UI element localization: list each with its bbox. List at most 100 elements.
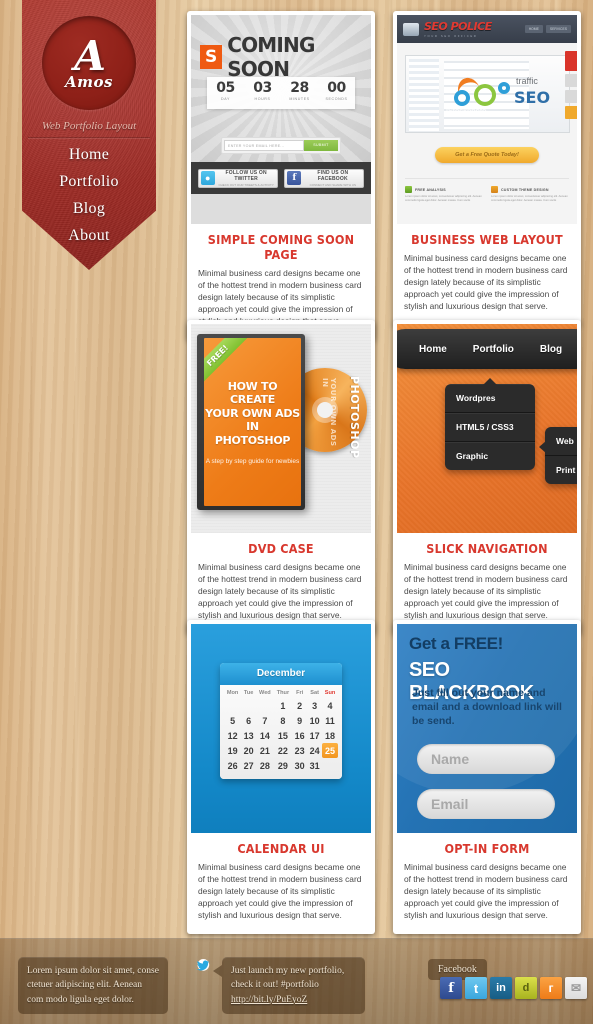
portfolio-card-opt-in-form[interactable]: Get a FREE! SEO BLACKBOOK Just fill out …	[393, 620, 581, 934]
calendar-day[interactable]: 19	[224, 743, 241, 758]
dropdown-item-html5css3[interactable]: HTML5 / CSS3	[445, 413, 535, 442]
calendar-day[interactable]: 17	[307, 728, 322, 743]
calendar-day[interactable]: 14	[256, 728, 274, 743]
seo-badge-icon	[403, 22, 419, 36]
follow-twitter-button[interactable]: ● FOLLOW US ON TWITTER CHECK OUT OUR TWE…	[197, 168, 278, 188]
calendar-day[interactable]: 6	[241, 713, 256, 728]
thumb-coming-soon[interactable]: S COMING SOON 05 DAY 03 HOURS 28 MINUTES…	[191, 15, 371, 224]
card-caption: CALENDAR UI Minimal business card design…	[191, 833, 371, 934]
seo-hero-screenshot: traffic SEO iStockphoto	[405, 55, 570, 133]
calendar-day[interactable]: 16	[292, 728, 307, 743]
email-icon[interactable]: ✉	[565, 977, 587, 999]
calendar-week-row: 19 20 21 22 23 24 25	[224, 743, 338, 758]
thumb-business-web-layout[interactable]: SEO POLICE YOUR SEO OFFICER HOME SERVICE…	[397, 15, 577, 224]
coming-soon-footer-strip	[191, 194, 371, 224]
countdown-unit-hours: 03 HOURS	[244, 77, 281, 109]
seo-menu-services[interactable]: SERVICES	[545, 25, 571, 33]
calendar-day[interactable]: 26	[224, 758, 241, 773]
dropdown-item-wordpress[interactable]: Wordpres	[445, 384, 535, 413]
sidebar-banner: A Amos Web Portfolio Layout Home Portfol…	[22, 0, 156, 270]
facebook-icon[interactable]: f	[440, 977, 462, 999]
calendar-day[interactable]: 30	[292, 758, 307, 773]
portfolio-card-business-web-layout[interactable]: SEO POLICE YOUR SEO OFFICER HOME SERVICE…	[393, 11, 581, 325]
calendar-day[interactable]: 20	[241, 743, 256, 758]
demo-nav-portfolio[interactable]: Portfolio	[473, 344, 514, 355]
calendar-day[interactable]: 4	[322, 698, 338, 713]
calendar-day[interactable]: 3	[307, 698, 322, 713]
calendar-day[interactable]: 21	[256, 743, 274, 758]
demo-nav-blog[interactable]: Blog	[540, 344, 562, 355]
seo-feature-free-analysis: FREE ANALYSIS Lorem ipsum dolor sit amet…	[405, 186, 483, 203]
calendar-day[interactable]	[224, 698, 241, 713]
portfolio-card-dvd-case[interactable]: PHOTOSHOP YOUR OWN ADS IN FREE! HOW TO C…	[187, 320, 375, 634]
calendar-day[interactable]	[322, 758, 338, 773]
calendar-day[interactable]: 5	[224, 713, 241, 728]
optin-email-input[interactable]: Email	[417, 789, 555, 819]
rss-icon[interactable]: ᴦ	[540, 977, 562, 999]
submenu-item-web[interactable]: Web	[545, 427, 577, 456]
card-description: Minimal business card designs became one…	[198, 862, 362, 920]
calendar-day[interactable]	[241, 698, 256, 713]
dvd-cover-art: FREE! HOW TO CREATE YOUR OWN ADS IN PHOT…	[204, 338, 301, 506]
portfolio-card-calendar-ui[interactable]: December Mon Tue Wed Thur Fri Sat Sun 1 …	[187, 620, 375, 934]
calendar-day[interactable]: 12	[224, 728, 241, 743]
calendar-week-row: 26 27 28 29 30 31	[224, 758, 338, 773]
calendar-day[interactable]: 7	[256, 713, 274, 728]
demo-dropdown: Wordpres HTML5 / CSS3 Graphic	[445, 378, 535, 470]
thumb-dvd-case[interactable]: PHOTOSHOP YOUR OWN ADS IN FREE! HOW TO C…	[191, 324, 371, 533]
calendar-day[interactable]: 23	[292, 743, 307, 758]
calendar-day[interactable]: 10	[307, 713, 322, 728]
calendar-day[interactable]: 8	[274, 713, 293, 728]
calendar-week-row: 5 6 7 8 9 10 11	[224, 713, 338, 728]
card-caption: SLICK NAVIGATION Minimal business card d…	[397, 533, 577, 634]
calendar-day[interactable]: 1	[274, 698, 293, 713]
calendar-day[interactable]: 22	[274, 743, 293, 758]
submit-button[interactable]: SUBMIT	[304, 140, 338, 151]
calendar-day[interactable]: 29	[274, 758, 293, 773]
dribbble-icon[interactable]: d	[515, 977, 537, 999]
logo-badge[interactable]: A Amos	[42, 16, 136, 110]
site-tagline: Web Portfolio Layout	[28, 120, 150, 139]
thumb-opt-in-form[interactable]: Get a FREE! SEO BLACKBOOK Just fill out …	[397, 624, 577, 833]
dropdown-item-graphic[interactable]: Graphic	[445, 442, 535, 470]
card-title: BUSINESS WEB LAYOUT	[411, 232, 563, 247]
calendar-day[interactable]: 13	[241, 728, 256, 743]
seo-cta-button[interactable]: Get a Free Quote Today!	[435, 147, 539, 163]
optin-name-input[interactable]: Name	[417, 744, 555, 774]
portfolio-card-slick-navigation[interactable]: Home Portfolio Blog Ab Wordpres HTML5 / …	[393, 320, 581, 634]
calendar-month-label: December	[220, 663, 342, 685]
demo-nav-home[interactable]: Home	[419, 344, 447, 355]
calendar-day[interactable]: 2	[292, 698, 307, 713]
nav-item-about[interactable]: About	[22, 223, 156, 250]
seo-feature-text: Lorem ipsum dolor sit amet, consectetuer…	[491, 195, 568, 203]
nav-item-blog[interactable]: Blog	[22, 196, 156, 223]
card-description: Minimal business card designs became one…	[198, 268, 362, 326]
nav-item-portfolio[interactable]: Portfolio	[22, 169, 156, 196]
calendar-day[interactable]: 28	[256, 758, 274, 773]
calendar-day[interactable]: 18	[322, 728, 338, 743]
tweet-text: Just launch my new portfolio, check it o…	[231, 966, 345, 991]
linkedin-icon[interactable]: in	[490, 977, 512, 999]
calendar-day[interactable]: 27	[241, 758, 256, 773]
weekday-sun: Sun	[324, 690, 336, 696]
calendar-day[interactable]	[256, 698, 274, 713]
thumb-calendar-ui[interactable]: December Mon Tue Wed Thur Fri Sat Sun 1 …	[191, 624, 371, 833]
calendar-day[interactable]: 15	[274, 728, 293, 743]
calendar-day[interactable]: 24	[307, 743, 322, 758]
seo-menu-home[interactable]: HOME	[524, 25, 543, 33]
calendar-day[interactable]: 11	[322, 713, 338, 728]
email-input[interactable]: ENTER YOUR EMAIL HERE...	[224, 140, 304, 151]
countdown-timer: 05 DAY 03 HOURS 28 MINUTES 00 SECONDS	[207, 77, 355, 109]
calendar-day-selected[interactable]: 25	[322, 743, 338, 758]
calendar-widget: December Mon Tue Wed Thur Fri Sat Sun 1 …	[220, 663, 342, 779]
twitter-icon[interactable]: t	[465, 977, 487, 999]
find-facebook-button[interactable]: f FIND US ON FACEBOOK CONNECT AND SHARE …	[284, 168, 365, 188]
leaf-icon	[405, 186, 412, 193]
thumb-slick-navigation[interactable]: Home Portfolio Blog Ab Wordpres HTML5 / …	[397, 324, 577, 533]
nav-item-home[interactable]: Home	[22, 142, 156, 169]
calendar-day[interactable]: 9	[292, 713, 307, 728]
submenu-item-print[interactable]: Print	[545, 456, 577, 484]
portfolio-card-coming-soon[interactable]: S COMING SOON 05 DAY 03 HOURS 28 MINUTES…	[187, 11, 375, 340]
calendar-day[interactable]: 31	[307, 758, 322, 773]
tweet-link[interactable]: http://bit.ly/PuEyoZ	[231, 993, 356, 1007]
